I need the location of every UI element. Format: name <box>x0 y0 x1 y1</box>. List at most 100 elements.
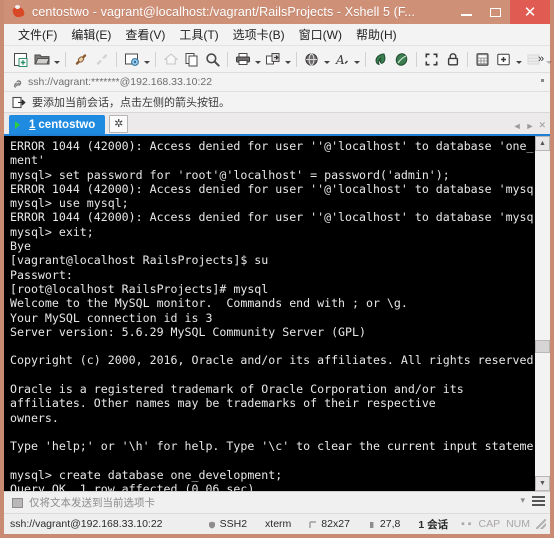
add-tool-caret-icon[interactable] <box>514 49 523 70</box>
status-num: NUM <box>506 518 530 530</box>
toolbar-separator <box>365 51 366 67</box>
highlight-icon[interactable] <box>391 49 412 70</box>
toolbar-separator <box>227 51 228 67</box>
calculator-icon[interactable] <box>472 49 493 70</box>
open-folder-caret-icon[interactable] <box>52 49 61 70</box>
send-bar-dropdown-icon[interactable]: ▾ <box>520 495 525 506</box>
tab-strip-controls: ◄ ► ✕ <box>513 120 546 131</box>
close-button[interactable]: ✕ <box>510 0 550 24</box>
link-icon <box>12 77 23 88</box>
add-tool-icon[interactable] <box>493 49 514 70</box>
tab-strip: 1 centostwo ✲ ◄ ► ✕ <box>4 113 550 136</box>
menu-bar: 文件(F) 编辑(E) 查看(V) 工具(T) 选项卡(B) 窗口(W) 帮助(… <box>4 24 550 46</box>
file-transfer-icon[interactable] <box>262 49 283 70</box>
session-properties-caret-icon[interactable] <box>142 49 151 70</box>
menu-view[interactable]: 查看(V) <box>118 24 172 46</box>
send-bar-controls: ▾ <box>520 495 545 506</box>
toolbar-separator <box>296 51 297 67</box>
address-bar-value: ssh://vagrant:*******@192.168.33.10:22 <box>28 76 213 88</box>
menu-window[interactable]: 窗口(W) <box>292 24 349 46</box>
tab-scroll-right-icon[interactable]: ► <box>526 121 535 131</box>
resize-grip-icon[interactable] <box>536 519 546 529</box>
home-icon[interactable] <box>160 49 181 70</box>
send-to-bar-text: 仅将文本发送到当前选项卡 <box>29 497 155 509</box>
address-bar-dropdown-icon[interactable] <box>541 79 544 82</box>
globe-caret-icon[interactable] <box>322 49 331 70</box>
status-sessions: 1 会话 <box>418 518 449 531</box>
terminal-area: ERROR 1044 (42000): Access denied for us… <box>4 136 550 491</box>
toolbar-overflow-button[interactable]: » <box>535 48 547 70</box>
scroll-up-icon[interactable]: ▲ <box>535 136 550 151</box>
send-to-bar[interactable]: 仅将文本发送到当前选项卡 ▾ <box>4 491 550 513</box>
toolbar: A » <box>4 46 552 73</box>
status-indicator-icons: ▪ ▪ <box>461 518 472 530</box>
print-caret-icon[interactable] <box>253 49 262 70</box>
status-terminal-type: xterm <box>265 518 292 530</box>
toolbar-separator <box>416 51 417 67</box>
resize-icon <box>309 520 317 528</box>
terminal-text: ERROR 1044 (42000): Access denied for us… <box>10 139 534 491</box>
scrollbar-track[interactable] <box>535 151 550 476</box>
status-size-label: 82x27 <box>321 518 350 530</box>
scroll-down-icon[interactable]: ▼ <box>535 476 550 491</box>
add-session-icon[interactable] <box>12 96 26 109</box>
window-controls: ✕ <box>452 0 550 24</box>
window-title: centostwo - vagrant@localhost:/vagrant/R… <box>32 5 415 19</box>
xshell-window: centostwo - vagrant@localhost:/vagrant/R… <box>0 0 554 538</box>
menu-help[interactable]: 帮助(H) <box>349 24 404 46</box>
session-properties-icon[interactable] <box>121 49 142 70</box>
find-icon[interactable] <box>202 49 223 70</box>
svg-text:A: A <box>335 53 345 67</box>
scrollbar-thumb[interactable] <box>535 339 550 353</box>
new-tab-icon: ✲ <box>114 117 124 130</box>
status-cursor: 27,8 <box>359 518 409 530</box>
toolbar-separator <box>155 51 156 67</box>
status-connection: ssh://vagrant@192.168.33.10:22 <box>10 518 163 530</box>
terminal-output[interactable]: ERROR 1044 (42000): Access denied for us… <box>4 136 534 491</box>
toolbar-separator <box>65 51 66 67</box>
tab-scroll-left-icon[interactable]: ◄ <box>513 121 522 131</box>
status-bar: ssh://vagrant@192.168.33.10:22 SSH2 xter… <box>4 513 550 534</box>
compose-icon[interactable] <box>370 49 391 70</box>
toolbar-separator <box>116 51 117 67</box>
status-caps: CAP <box>478 518 501 530</box>
hint-bar: 要添加当前会话，点击左侧的箭头按钮。 <box>4 92 550 113</box>
status-bar-right: SSH2 xterm 82x27 27,8 1 会话 ▪ ▪ CAP NUM <box>199 514 546 534</box>
copy-icon[interactable] <box>181 49 202 70</box>
menu-edit[interactable]: 编辑(E) <box>64 24 118 46</box>
cursor-position-icon <box>368 520 376 528</box>
menu-tabs[interactable]: 选项卡(B) <box>226 24 292 46</box>
shield-icon <box>208 520 216 529</box>
maximize-button[interactable] <box>481 0 510 24</box>
fullscreen-icon[interactable] <box>421 49 442 70</box>
connect-icon[interactable] <box>70 49 91 70</box>
keyboard-icon <box>12 497 23 508</box>
new-session-icon[interactable] <box>10 49 31 70</box>
font-caret-icon[interactable] <box>352 49 361 70</box>
lock-icon[interactable] <box>442 49 463 70</box>
tab-close-icon[interactable]: ✕ <box>538 120 546 131</box>
font-icon[interactable]: A <box>331 49 352 70</box>
status-protocol: SSH2 <box>199 518 256 530</box>
new-tab-button[interactable]: ✲ <box>109 115 129 133</box>
title-bar[interactable]: centostwo - vagrant@localhost:/vagrant/R… <box>4 0 550 24</box>
address-bar[interactable]: ssh://vagrant:*******@192.168.33.10:22 <box>4 73 550 92</box>
tab-centostwo[interactable]: 1 centostwo <box>9 115 106 134</box>
hamburger-icon[interactable] <box>532 495 545 506</box>
terminal-scrollbar[interactable]: ▲ ▼ <box>534 136 550 491</box>
menu-tools[interactable]: 工具(T) <box>172 24 225 46</box>
menu-file[interactable]: 文件(F) <box>11 24 64 46</box>
tab-label: centostwo <box>38 118 96 131</box>
globe-icon[interactable] <box>301 49 322 70</box>
open-folder-icon[interactable] <box>31 49 52 70</box>
tab-number: 1 <box>29 118 36 131</box>
toolbar-separator <box>467 51 468 67</box>
status-cursor-label: 27,8 <box>379 518 401 530</box>
print-icon[interactable] <box>232 49 253 70</box>
xshell-logo-icon <box>11 4 27 20</box>
minimize-button[interactable] <box>452 0 481 24</box>
hint-bar-text: 要添加当前会话，点击左侧的箭头按钮。 <box>32 97 230 109</box>
toolbar-overflow-label: » <box>537 53 545 65</box>
file-transfer-caret-icon[interactable] <box>283 49 292 70</box>
disconnect-icon[interactable] <box>91 49 112 70</box>
